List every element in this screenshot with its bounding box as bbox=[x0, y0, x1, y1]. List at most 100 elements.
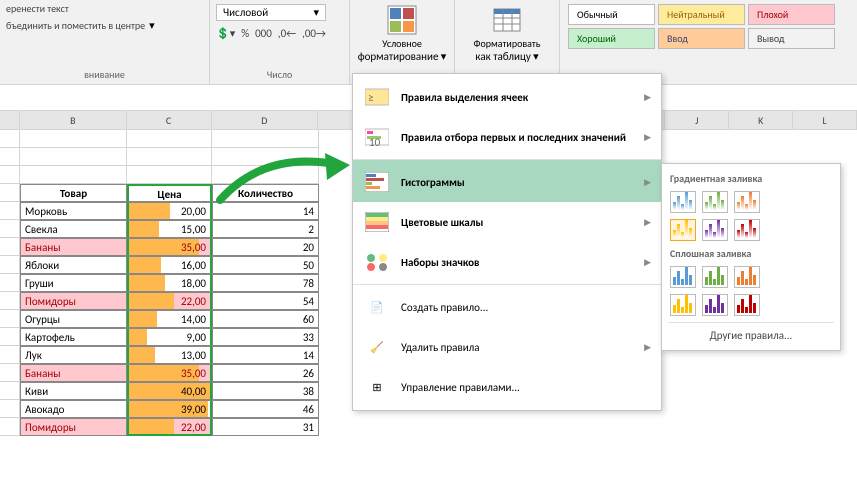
cell-price[interactable]: 35,00 bbox=[127, 238, 212, 256]
cell-price[interactable]: 40,00 bbox=[127, 382, 212, 400]
submenu-gradient-label: Градиентная заливка bbox=[670, 172, 834, 185]
number-format-value: Числовой bbox=[223, 6, 268, 19]
cell-qty[interactable]: 46 bbox=[212, 400, 319, 418]
cell-product[interactable]: Морковь bbox=[20, 202, 127, 220]
cell-price[interactable]: 15,00 bbox=[127, 220, 212, 238]
gradient-swatch[interactable] bbox=[734, 191, 760, 213]
col-header[interactable]: L bbox=[793, 111, 857, 129]
gradient-swatch[interactable] bbox=[670, 219, 696, 241]
solid-swatch[interactable] bbox=[734, 294, 760, 316]
cell-product[interactable]: Лук bbox=[20, 346, 127, 364]
cell-qty[interactable]: 38 bbox=[212, 382, 319, 400]
conditional-formatting-button[interactable]: Условное форматирование ▾ bbox=[350, 0, 455, 84]
cell-qty[interactable]: 54 bbox=[212, 292, 319, 310]
header-price[interactable]: Цена bbox=[127, 184, 212, 202]
solid-swatch[interactable] bbox=[670, 294, 696, 316]
cell-price[interactable]: 18,00 bbox=[127, 274, 212, 292]
cell-price[interactable]: 13,00 bbox=[127, 346, 212, 364]
cell-price[interactable]: 16,00 bbox=[127, 256, 212, 274]
solid-swatch[interactable] bbox=[670, 266, 696, 288]
style-output[interactable]: Вывод bbox=[748, 28, 835, 49]
cell-product[interactable]: Бананы bbox=[20, 364, 127, 382]
cell-product[interactable]: Огурцы bbox=[20, 310, 127, 328]
menu-top-bottom-rules[interactable]: 10 Правила отбора первых и последних зна… bbox=[353, 117, 661, 157]
cell-product[interactable]: Киви bbox=[20, 382, 127, 400]
menu-icon-sets[interactable]: Наборы значков ▶ bbox=[353, 242, 661, 282]
col-header[interactable]: B bbox=[20, 111, 127, 129]
cell-price[interactable]: 14,00 bbox=[127, 310, 212, 328]
ribbon-section-alignment: еренести текст бъединить и поместить в ц… bbox=[0, 0, 210, 84]
col-header[interactable]: C bbox=[127, 111, 212, 129]
format-as-table-button[interactable]: Форматировать как таблицу ▾ bbox=[455, 0, 560, 84]
solid-swatch[interactable] bbox=[734, 266, 760, 288]
chevron-right-icon: ▶ bbox=[644, 177, 651, 188]
col-header-corner[interactable] bbox=[0, 111, 20, 129]
cell-qty[interactable]: 14 bbox=[212, 202, 319, 220]
header-product[interactable]: Товар bbox=[20, 184, 127, 202]
header-qty[interactable]: Количество bbox=[212, 184, 319, 202]
solid-swatch[interactable] bbox=[702, 266, 728, 288]
cell-product[interactable]: Груши bbox=[20, 274, 127, 292]
cell-qty[interactable]: 20 bbox=[212, 238, 319, 256]
gradient-swatch[interactable] bbox=[702, 219, 728, 241]
chevron-right-icon: ▶ bbox=[644, 257, 651, 268]
col-header[interactable]: K bbox=[729, 111, 793, 129]
cell-price[interactable]: 35,00 bbox=[127, 364, 212, 382]
cell-product[interactable]: Помидоры bbox=[20, 292, 127, 310]
style-good[interactable]: Хороший bbox=[568, 28, 655, 49]
cell-price[interactable]: 39,00 bbox=[127, 400, 212, 418]
gradient-swatch[interactable] bbox=[702, 191, 728, 213]
cell-product[interactable]: Яблоки bbox=[20, 256, 127, 274]
cell-product[interactable]: Бананы bbox=[20, 238, 127, 256]
cell-qty[interactable]: 50 bbox=[212, 256, 319, 274]
percent-icon[interactable]: % bbox=[241, 27, 249, 40]
cell-product[interactable]: Картофель bbox=[20, 328, 127, 346]
menu-manage-rules[interactable]: ⊞ Управление правилами... bbox=[353, 367, 661, 407]
chevron-down-icon[interactable]: ▾ bbox=[149, 19, 155, 32]
cell-price[interactable]: 20,00 bbox=[127, 202, 212, 220]
cell-qty[interactable]: 78 bbox=[212, 274, 319, 292]
menu-new-rule[interactable]: 📄 Создать правило... bbox=[353, 284, 661, 327]
number-format-select[interactable]: Числовой ▾ bbox=[216, 4, 326, 21]
style-neutral[interactable]: Нейтральный bbox=[658, 4, 745, 25]
cell-price[interactable]: 22,00 bbox=[127, 418, 212, 436]
style-normal[interactable]: Обычный bbox=[568, 4, 655, 25]
comma-icon[interactable]: 000 bbox=[255, 27, 272, 40]
cell-qty[interactable]: 26 bbox=[212, 364, 319, 382]
cell-qty[interactable]: 14 bbox=[212, 346, 319, 364]
increase-decimal-icon[interactable]: ,0← bbox=[278, 27, 296, 40]
cell-qty[interactable]: 2 bbox=[212, 220, 319, 238]
conditional-formatting-menu: ≥ Правила выделения ячеек ▶ 10 Правила о… bbox=[352, 73, 662, 411]
menu-label: Удалить правила bbox=[401, 341, 644, 354]
cell-price[interactable]: 22,00 bbox=[127, 292, 212, 310]
cell-product[interactable]: Авокадо bbox=[20, 400, 127, 418]
more-rules-link[interactable]: Другие правила... bbox=[668, 322, 834, 344]
style-input[interactable]: Ввод bbox=[658, 28, 745, 49]
cell-price[interactable]: 9,00 bbox=[127, 328, 212, 346]
gradient-swatch[interactable] bbox=[734, 219, 760, 241]
fat-label2: как таблицу bbox=[475, 50, 530, 63]
top-bottom-icon: 10 bbox=[363, 125, 391, 149]
col-header[interactable]: J bbox=[665, 111, 729, 129]
merge-center-button[interactable]: бъединить и поместить в центре bbox=[6, 19, 145, 32]
solid-swatch[interactable] bbox=[702, 294, 728, 316]
col-header[interactable]: D bbox=[212, 111, 319, 129]
cell-product[interactable]: Свекла bbox=[20, 220, 127, 238]
menu-color-scales[interactable]: Цветовые шкалы ▶ bbox=[353, 202, 661, 242]
cf-label1: Условное bbox=[356, 38, 448, 50]
gradient-swatch[interactable] bbox=[670, 191, 696, 213]
cell-qty[interactable]: 60 bbox=[212, 310, 319, 328]
section-label-alignment: внивание bbox=[0, 68, 209, 81]
currency-icon[interactable]: 💲▾ bbox=[216, 27, 235, 40]
menu-clear-rules[interactable]: 🧹 Удалить правила ▶ bbox=[353, 327, 661, 367]
clear-rules-icon: 🧹 bbox=[363, 335, 391, 359]
menu-highlight-rules[interactable]: ≥ Правила выделения ячеек ▶ bbox=[353, 77, 661, 117]
cell-product[interactable]: Помидоры bbox=[20, 418, 127, 436]
wrap-text-button[interactable]: еренести текст bbox=[6, 2, 69, 15]
style-bad[interactable]: Плохой bbox=[748, 4, 835, 25]
cell-qty[interactable]: 31 bbox=[212, 418, 319, 436]
menu-label: Наборы значков bbox=[401, 256, 644, 269]
decrease-decimal-icon[interactable]: ,00→ bbox=[302, 27, 326, 40]
menu-data-bars[interactable]: Гистограммы ▶ bbox=[353, 159, 661, 202]
cell-qty[interactable]: 33 bbox=[212, 328, 319, 346]
